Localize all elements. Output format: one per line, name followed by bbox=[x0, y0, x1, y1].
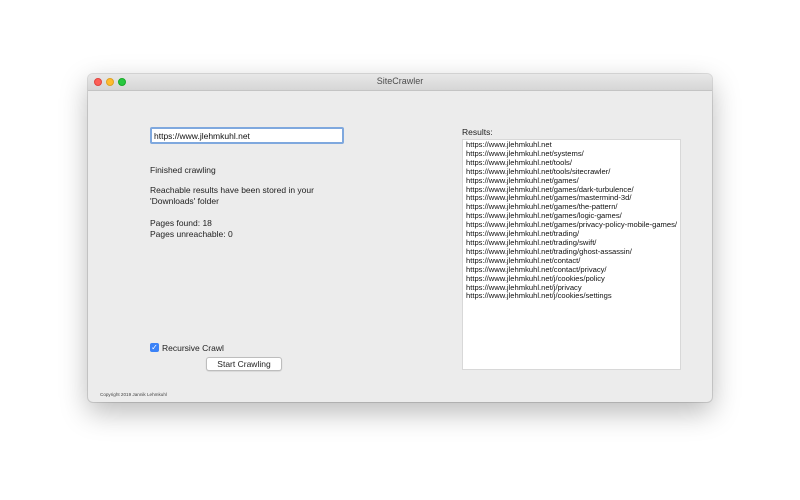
pages-found-text: Pages found: 18 bbox=[150, 218, 212, 228]
app-window: SiteCrawler Finished crawling Reachable … bbox=[88, 74, 712, 402]
results-list[interactable]: https://www.jlehmkuhl.net https://www.jle… bbox=[462, 139, 681, 370]
copyright-text: Copyright 2019 Jannik Lehmkuhl bbox=[100, 392, 167, 397]
url-input[interactable] bbox=[150, 127, 344, 144]
stored-message-line2: 'Downloads' folder bbox=[150, 196, 219, 206]
recursive-crawl-checkbox[interactable]: ✓ bbox=[150, 343, 159, 352]
results-label: Results: bbox=[462, 127, 493, 137]
status-text: Finished crawling bbox=[150, 165, 216, 175]
recursive-crawl-label[interactable]: Recursive Crawl bbox=[162, 343, 224, 353]
result-item[interactable]: https://www.jlehmkuhl.net/j/cookies/sett… bbox=[466, 292, 677, 301]
stored-message-line1: Reachable results have been stored in yo… bbox=[150, 185, 314, 195]
title-bar[interactable]: SiteCrawler bbox=[88, 74, 712, 91]
start-crawling-button[interactable]: Start Crawling bbox=[206, 357, 282, 371]
recursive-crawl-option[interactable]: ✓ Recursive Crawl bbox=[150, 342, 224, 353]
window-title: SiteCrawler bbox=[376, 76, 424, 86]
pages-unreachable-text: Pages unreachable: 0 bbox=[150, 229, 233, 239]
